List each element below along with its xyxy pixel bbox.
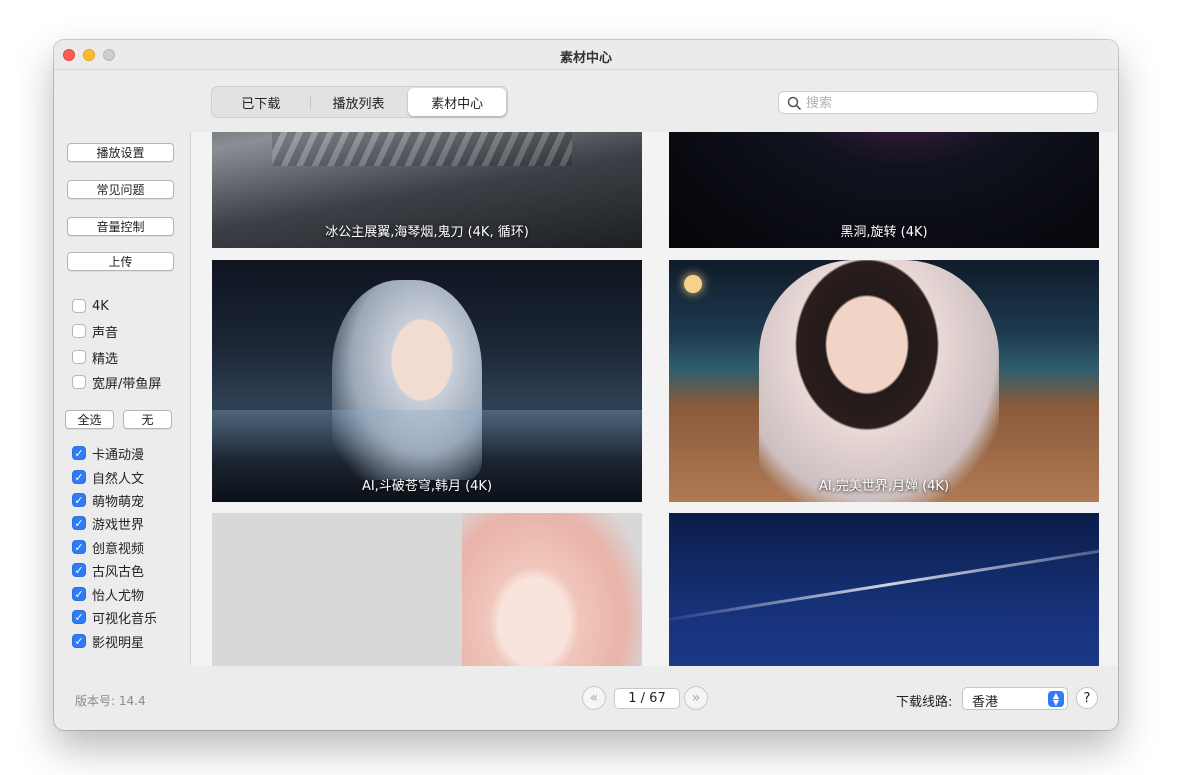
checkbox-box bbox=[72, 493, 86, 507]
tab-playlist[interactable]: 播放列表 bbox=[309, 87, 408, 117]
gallery-grid: 冰公主展翼,海琴烟,鬼刀 (4K, 循环) 黑洞,旋转 (4K) AI,斗破苍穹… bbox=[190, 132, 1118, 666]
version-label: 版本号: 14.4 bbox=[75, 694, 146, 708]
upload-button[interactable]: 上传 bbox=[67, 252, 174, 271]
faq-button[interactable]: 常见问题 bbox=[67, 180, 174, 199]
double-chevron-right-icon: » bbox=[691, 690, 701, 706]
filter-label: 4K bbox=[92, 298, 109, 314]
category-checkbox[interactable]: 怡人尤物 bbox=[72, 585, 145, 604]
wallpaper-card[interactable]: 黑洞,旋转 (4K) bbox=[669, 132, 1099, 248]
search-input[interactable] bbox=[806, 94, 1091, 112]
wallpaper-caption: 黑洞,旋转 (4K) bbox=[840, 225, 928, 240]
next-page-button[interactable]: » bbox=[684, 686, 708, 710]
tab-material-center[interactable]: 素材中心 bbox=[408, 88, 507, 116]
category-checkbox[interactable]: 自然人文 bbox=[72, 468, 145, 487]
title-bar: 素材中心 bbox=[54, 40, 1118, 70]
help-button[interactable]: ? bbox=[1076, 687, 1098, 709]
footer-bar: 版本号: 14.4 « 1 / 67 » 下载线路: 香港 ▲ ▼ ? bbox=[54, 666, 1118, 730]
checkbox-box bbox=[72, 324, 86, 338]
download-route-value: 香港 bbox=[972, 695, 999, 710]
select-all-button[interactable]: 全选 bbox=[65, 410, 114, 429]
category-label: 游戏世界 bbox=[92, 517, 145, 533]
tab-downloaded[interactable]: 已下载 bbox=[212, 87, 310, 117]
category-checkbox[interactable]: 卡通动漫 bbox=[72, 444, 145, 463]
checkbox-box bbox=[72, 610, 86, 624]
app-window: 素材中心 已下载 播放列表 素材中心 播放设置 常见问题 音量控制 上传 4K … bbox=[54, 40, 1118, 730]
category-label: 卡通动漫 bbox=[92, 447, 145, 463]
checkbox-box bbox=[72, 299, 86, 313]
filter-4k-checkbox[interactable]: 4K bbox=[72, 297, 109, 315]
download-route-label: 下载线路: bbox=[896, 695, 953, 710]
wallpaper-card[interactable]: AI,完美世界,月婵 (4K) bbox=[669, 260, 1099, 502]
checkbox-box bbox=[72, 563, 86, 577]
filter-audio-checkbox[interactable]: 声音 bbox=[72, 322, 119, 341]
wallpaper-caption: AI,斗破苍穹,韩月 (4K) bbox=[361, 479, 493, 494]
wallpaper-caption: AI,完美世界,月婵 (4K) bbox=[818, 479, 950, 494]
checkbox-box bbox=[72, 516, 86, 530]
category-label: 自然人文 bbox=[92, 471, 145, 487]
checkbox-box bbox=[72, 587, 86, 601]
category-label: 影视明星 bbox=[92, 635, 145, 651]
checkbox-box bbox=[72, 470, 86, 484]
category-label: 可视化音乐 bbox=[92, 611, 158, 627]
double-chevron-left-icon: « bbox=[589, 690, 599, 706]
category-checkbox[interactable]: 萌物萌宠 bbox=[72, 491, 145, 510]
checkbox-box bbox=[72, 446, 86, 460]
category-checkbox[interactable]: 创意视频 bbox=[72, 538, 145, 557]
checkbox-box bbox=[72, 634, 86, 648]
checkbox-box bbox=[72, 540, 86, 554]
select-none-button[interactable]: 无 bbox=[123, 410, 172, 429]
category-checkbox[interactable]: 影视明星 bbox=[72, 632, 145, 651]
filter-label: 宽屏/带鱼屏 bbox=[92, 376, 162, 392]
search-box bbox=[778, 91, 1098, 114]
wallpaper-card[interactable] bbox=[669, 513, 1099, 666]
wallpaper-card[interactable]: AI,斗破苍穹,韩月 (4K) bbox=[212, 260, 642, 502]
previous-page-button[interactable]: « bbox=[582, 686, 606, 710]
category-checkbox[interactable]: 游戏世界 bbox=[72, 514, 145, 533]
playback-settings-button[interactable]: 播放设置 bbox=[67, 143, 174, 162]
category-label: 怡人尤物 bbox=[92, 588, 145, 604]
category-checkbox[interactable]: 可视化音乐 bbox=[72, 608, 158, 627]
category-checkbox[interactable]: 古风古色 bbox=[72, 561, 145, 580]
filter-label: 声音 bbox=[92, 325, 119, 341]
wallpaper-caption: 冰公主展翼,海琴烟,鬼刀 (4K, 循环) bbox=[325, 225, 529, 240]
page-indicator[interactable]: 1 / 67 bbox=[614, 688, 680, 709]
category-label: 萌物萌宠 bbox=[92, 494, 145, 510]
volume-control-button[interactable]: 音量控制 bbox=[67, 217, 174, 236]
filter-widescreen-checkbox[interactable]: 宽屏/带鱼屏 bbox=[72, 373, 162, 392]
checkbox-box bbox=[72, 375, 86, 389]
window-title: 素材中心 bbox=[559, 51, 612, 66]
download-route-select[interactable]: 香港 ▲ ▼ bbox=[962, 687, 1068, 710]
tab-bar: 已下载 播放列表 素材中心 bbox=[211, 86, 508, 118]
filter-label: 精选 bbox=[92, 351, 119, 367]
search-icon bbox=[787, 96, 801, 110]
wallpaper-card[interactable]: 冰公主展翼,海琴烟,鬼刀 (4K, 循环) bbox=[212, 132, 642, 248]
category-label: 古风古色 bbox=[92, 564, 145, 580]
checkbox-box bbox=[72, 350, 86, 364]
filter-featured-checkbox[interactable]: 精选 bbox=[72, 348, 119, 367]
wallpaper-card[interactable] bbox=[212, 513, 642, 666]
select-stepper-icon: ▲ ▼ bbox=[1048, 691, 1064, 707]
category-label: 创意视频 bbox=[92, 541, 145, 557]
